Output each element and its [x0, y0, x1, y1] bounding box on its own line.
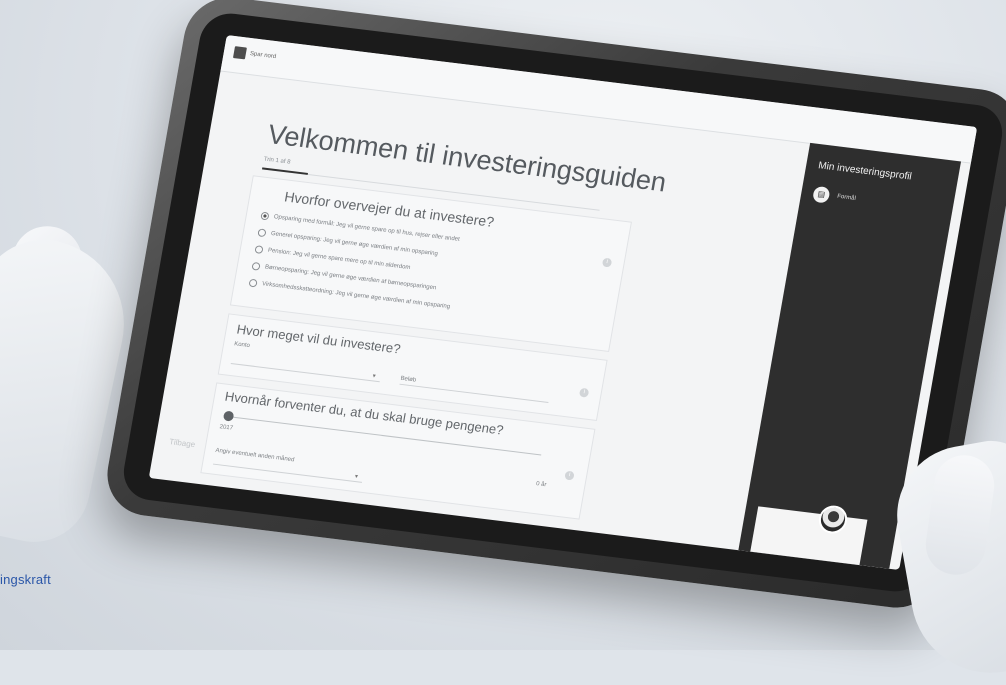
info-icon[interactable]: i [601, 257, 613, 268]
radio-icon [257, 228, 267, 238]
step-indicator: Trin 1 af 8 [263, 156, 291, 166]
amount-label: Beløb [399, 375, 417, 384]
slider-start-label: 2017 [219, 424, 234, 432]
month-select[interactable] [212, 463, 363, 483]
guide-content: Velkommen til investeringsguiden Trin 1 … [149, 71, 802, 550]
tablet-bezel: Spar nord Velkommen til investeringsguid… [119, 10, 1006, 595]
panel-item-purpose[interactable]: ▤ Formål [811, 185, 857, 207]
document-icon: ▤ [811, 185, 831, 204]
chevron-down-icon[interactable]: ▾ [372, 372, 376, 379]
progress-indicator [261, 167, 308, 175]
panel-title: Min investeringsprofil [817, 160, 913, 183]
panel-item-label: Formål [836, 193, 857, 202]
advisor-card[interactable] [750, 504, 868, 566]
month-label: Angiv eventuelt anden måned [214, 447, 295, 464]
amount-input[interactable] [399, 383, 549, 403]
account-select[interactable] [230, 362, 380, 383]
logo-text: Spar nord [249, 51, 277, 61]
info-icon[interactable]: i [564, 470, 575, 481]
radio-icon [248, 278, 258, 288]
question-amount-title: Hvor meget vil du investere? [235, 321, 402, 357]
side-text: ingskraft [0, 572, 51, 587]
back-button[interactable]: Tilbage [169, 437, 196, 449]
radio-icon [254, 245, 264, 254]
advisor-avatar [816, 504, 850, 536]
logo[interactable]: Spar nord [232, 46, 277, 63]
radio-icon [251, 261, 261, 271]
info-icon[interactable]: i [578, 387, 590, 398]
radio-selected-icon [260, 211, 270, 221]
slider-value: 0 år [535, 481, 547, 489]
tablet-screen: Spar nord Velkommen til investeringsguid… [148, 35, 978, 570]
logo-icon [232, 46, 247, 60]
account-label: Konto [233, 341, 251, 350]
tablet: Spar nord Velkommen til investeringsguid… [100, 0, 1006, 613]
chevron-down-icon[interactable]: ▾ [354, 473, 358, 480]
